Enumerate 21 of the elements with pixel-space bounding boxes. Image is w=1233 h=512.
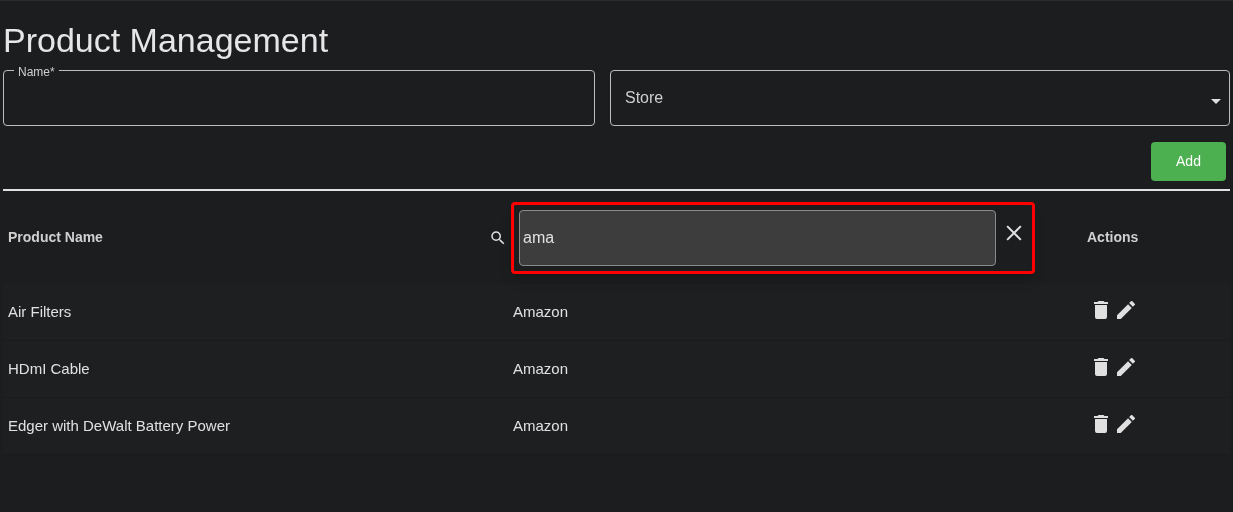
dropdown-caret-icon: [1211, 98, 1221, 104]
close-icon[interactable]: [1006, 224, 1022, 241]
store-select[interactable]: Store: [610, 70, 1230, 126]
table-cell-text: Amazon: [513, 415, 570, 436]
pencil-icon[interactable]: [1117, 301, 1135, 319]
pencil-icon[interactable]: [1117, 358, 1135, 376]
table-cell-text: HDmI Cable: [7, 358, 91, 379]
table-cell-text: Edger with DeWalt Battery Power: [7, 415, 232, 436]
pencil-icon[interactable]: [1117, 415, 1135, 433]
search-icon[interactable]: [489, 228, 507, 247]
page-title: Product Management: [3, 23, 330, 57]
trash-icon[interactable]: [1094, 358, 1108, 376]
table-cell-text: Amazon: [513, 358, 570, 379]
column-header: Product Name: [8, 228, 103, 247]
trash-icon[interactable]: [1094, 301, 1108, 319]
table-cell-text: Amazon: [513, 301, 570, 322]
column-header: Actions: [1087, 228, 1139, 247]
table-cell-text: Air Filters: [7, 301, 73, 322]
filter-input[interactable]: ama: [519, 209, 996, 266]
select-placeholder: Store: [625, 88, 664, 108]
trash-icon[interactable]: [1094, 415, 1108, 433]
